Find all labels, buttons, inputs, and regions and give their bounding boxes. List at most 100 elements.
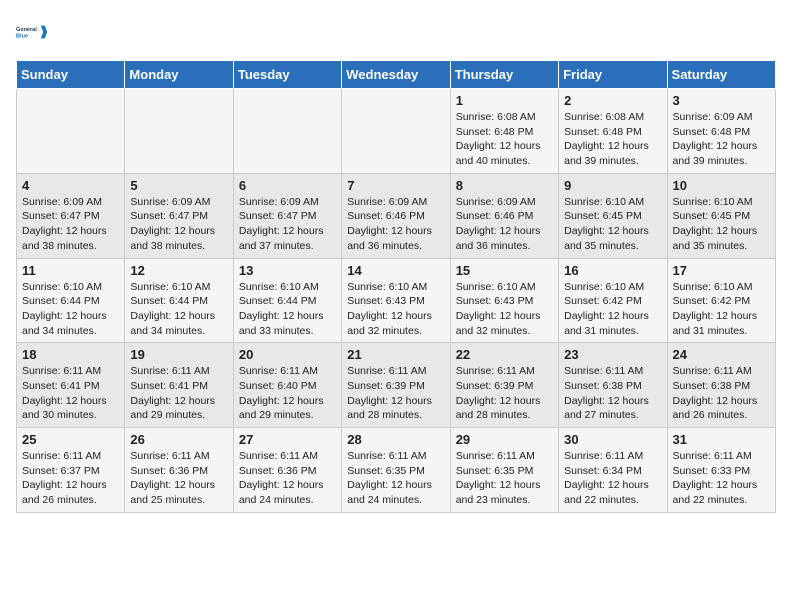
calendar-cell: 29Sunrise: 6:11 AM Sunset: 6:35 PM Dayli…: [450, 428, 558, 513]
cell-info: Sunrise: 6:11 AM Sunset: 6:37 PM Dayligh…: [22, 449, 119, 508]
cell-info: Sunrise: 6:09 AM Sunset: 6:47 PM Dayligh…: [22, 195, 119, 254]
day-number: 24: [673, 347, 770, 362]
cell-info: Sunrise: 6:10 AM Sunset: 6:43 PM Dayligh…: [456, 280, 553, 339]
logo-icon: GeneralBlue: [16, 16, 48, 48]
calendar-cell: 10 Sunrise: 6:10 AM Sunset: 6:45 PM Dayli…: [667, 173, 775, 258]
day-number: 8: [456, 178, 553, 193]
calendar-cell: 16 Sunrise: 6:10 AM Sunset: 6:42 PM Dayli…: [559, 258, 667, 343]
calendar-body: 1 Sunrise: 6:08 AM Sunset: 6:48 PM Daylig…: [17, 89, 776, 513]
calendar-cell: [17, 89, 125, 174]
day-number: 21: [347, 347, 444, 362]
day-number: 30: [564, 432, 661, 447]
week-row-1: 1 Sunrise: 6:08 AM Sunset: 6:48 PM Daylig…: [17, 89, 776, 174]
header-cell-saturday: Saturday: [667, 61, 775, 89]
calendar-cell: 6 Sunrise: 6:09 AM Sunset: 6:47 PM Daylig…: [233, 173, 341, 258]
calendar-cell: 18Sunrise: 6:11 AM Sunset: 6:41 PM Dayli…: [17, 343, 125, 428]
calendar-cell: 2 Sunrise: 6:08 AM Sunset: 6:48 PM Daylig…: [559, 89, 667, 174]
week-row-5: 25 Sunrise: 6:11 AM Sunset: 6:37 PM Dayli…: [17, 428, 776, 513]
day-number: 20: [239, 347, 336, 362]
cell-info: Sunrise: 6:09 AM Sunset: 6:47 PM Dayligh…: [239, 195, 336, 254]
calendar-cell: 17 Sunrise: 6:10 AM Sunset: 6:42 PM Dayli…: [667, 258, 775, 343]
calendar-cell: 28 Sunrise: 6:11 AM Sunset: 6:35 PM Dayli…: [342, 428, 450, 513]
day-number: 3: [673, 93, 770, 108]
cell-info: Sunrise: 6:11 AM Sunset: 6:38 PM Dayligh…: [564, 364, 661, 423]
day-number: 7: [347, 178, 444, 193]
calendar-cell: 27 Sunrise: 6:11 AM Sunset: 6:36 PM Dayli…: [233, 428, 341, 513]
day-number: 27: [239, 432, 336, 447]
day-number: 25: [22, 432, 119, 447]
day-number: 4: [22, 178, 119, 193]
day-number: 23: [564, 347, 661, 362]
cell-info: Sunrise: 6:10 AM Sunset: 6:44 PM Dayligh…: [22, 280, 119, 339]
cell-info: Sunrise: 6:11 AM Sunset: 6:34 PM Dayligh…: [564, 449, 661, 508]
cell-info: Sunrise: 6:10 AM Sunset: 6:45 PM Dayligh…: [564, 195, 661, 254]
cell-info: Sunrise: 6:08 AM Sunset: 6:48 PM Dayligh…: [456, 110, 553, 169]
header-cell-tuesday: Tuesday: [233, 61, 341, 89]
calendar-cell: 3 Sunrise: 6:09 AM Sunset: 6:48 PM Daylig…: [667, 89, 775, 174]
cell-info: Sunrise: 6:10 AM Sunset: 6:43 PM Dayligh…: [347, 280, 444, 339]
logo: GeneralBlue: [16, 16, 48, 48]
day-number: 16: [564, 263, 661, 278]
cell-info: Sunrise: 6:11 AM Sunset: 6:41 PM Dayligh…: [130, 364, 227, 423]
day-number: 19: [130, 347, 227, 362]
cell-info: Sunrise: 6:11 AM Sunset: 6:39 PM Dayligh…: [347, 364, 444, 423]
calendar-cell: 22 Sunrise: 6:11 AM Sunset: 6:39 PM Dayli…: [450, 343, 558, 428]
calendar-cell: [342, 89, 450, 174]
cell-info: Sunrise: 6:09 AM Sunset: 6:48 PM Dayligh…: [673, 110, 770, 169]
cell-info: Sunrise: 6:09 AM Sunset: 6:47 PM Dayligh…: [130, 195, 227, 254]
header-cell-thursday: Thursday: [450, 61, 558, 89]
calendar-cell: 24 Sunrise: 6:11 AM Sunset: 6:38 PM Dayli…: [667, 343, 775, 428]
calendar-cell: 30 Sunrise: 6:11 AM Sunset: 6:34 PM Dayli…: [559, 428, 667, 513]
header: GeneralBlue: [16, 16, 776, 48]
calendar-cell: 25 Sunrise: 6:11 AM Sunset: 6:37 PM Dayli…: [17, 428, 125, 513]
cell-info: Sunrise: 6:10 AM Sunset: 6:42 PM Dayligh…: [673, 280, 770, 339]
day-number: 22: [456, 347, 553, 362]
cell-info: Sunrise: 6:11 AM Sunset: 6:38 PM Dayligh…: [673, 364, 770, 423]
day-number: 12: [130, 263, 227, 278]
calendar-cell: 1 Sunrise: 6:08 AM Sunset: 6:48 PM Daylig…: [450, 89, 558, 174]
day-number: 5: [130, 178, 227, 193]
calendar-cell: 9 Sunrise: 6:10 AM Sunset: 6:45 PM Daylig…: [559, 173, 667, 258]
calendar-header: SundayMondayTuesdayWednesdayThursdayFrid…: [17, 61, 776, 89]
calendar-cell: [233, 89, 341, 174]
day-number: 13: [239, 263, 336, 278]
day-number: 28: [347, 432, 444, 447]
day-number: 31: [673, 432, 770, 447]
day-number: 2: [564, 93, 661, 108]
header-cell-monday: Monday: [125, 61, 233, 89]
cell-info: Sunrise: 6:11 AM Sunset: 6:40 PM Dayligh…: [239, 364, 336, 423]
calendar-cell: 5 Sunrise: 6:09 AM Sunset: 6:47 PM Daylig…: [125, 173, 233, 258]
day-number: 6: [239, 178, 336, 193]
header-cell-sunday: Sunday: [17, 61, 125, 89]
day-number: 10: [673, 178, 770, 193]
calendar-cell: [125, 89, 233, 174]
calendar-cell: 26Sunrise: 6:11 AM Sunset: 6:36 PM Dayli…: [125, 428, 233, 513]
cell-info: Sunrise: 6:11 AM Sunset: 6:36 PM Dayligh…: [130, 449, 227, 508]
calendar-cell: 7Sunrise: 6:09 AM Sunset: 6:46 PM Daylig…: [342, 173, 450, 258]
day-number: 14: [347, 263, 444, 278]
cell-info: Sunrise: 6:11 AM Sunset: 6:39 PM Dayligh…: [456, 364, 553, 423]
cell-info: Sunrise: 6:11 AM Sunset: 6:36 PM Dayligh…: [239, 449, 336, 508]
header-cell-friday: Friday: [559, 61, 667, 89]
calendar-cell: 4 Sunrise: 6:09 AM Sunset: 6:47 PM Daylig…: [17, 173, 125, 258]
cell-info: Sunrise: 6:10 AM Sunset: 6:44 PM Dayligh…: [239, 280, 336, 339]
calendar-cell: 12 Sunrise: 6:10 AM Sunset: 6:44 PM Dayli…: [125, 258, 233, 343]
day-number: 1: [456, 93, 553, 108]
cell-info: Sunrise: 6:10 AM Sunset: 6:45 PM Dayligh…: [673, 195, 770, 254]
cell-info: Sunrise: 6:11 AM Sunset: 6:35 PM Dayligh…: [456, 449, 553, 508]
cell-info: Sunrise: 6:08 AM Sunset: 6:48 PM Dayligh…: [564, 110, 661, 169]
day-number: 9: [564, 178, 661, 193]
day-number: 17: [673, 263, 770, 278]
cell-info: Sunrise: 6:11 AM Sunset: 6:35 PM Dayligh…: [347, 449, 444, 508]
svg-text:General: General: [16, 27, 37, 33]
cell-info: Sunrise: 6:10 AM Sunset: 6:42 PM Dayligh…: [564, 280, 661, 339]
calendar-cell: 31Sunrise: 6:11 AM Sunset: 6:33 PM Dayli…: [667, 428, 775, 513]
cell-info: Sunrise: 6:10 AM Sunset: 6:44 PM Dayligh…: [130, 280, 227, 339]
calendar-cell: 20 Sunrise: 6:11 AM Sunset: 6:40 PM Dayli…: [233, 343, 341, 428]
calendar-cell: 13 Sunrise: 6:10 AM Sunset: 6:44 PM Dayli…: [233, 258, 341, 343]
cell-info: Sunrise: 6:09 AM Sunset: 6:46 PM Dayligh…: [456, 195, 553, 254]
calendar-cell: 8 Sunrise: 6:09 AM Sunset: 6:46 PM Daylig…: [450, 173, 558, 258]
calendar-table: SundayMondayTuesdayWednesdayThursdayFrid…: [16, 60, 776, 513]
calendar-cell: 21 Sunrise: 6:11 AM Sunset: 6:39 PM Dayli…: [342, 343, 450, 428]
header-cell-wednesday: Wednesday: [342, 61, 450, 89]
